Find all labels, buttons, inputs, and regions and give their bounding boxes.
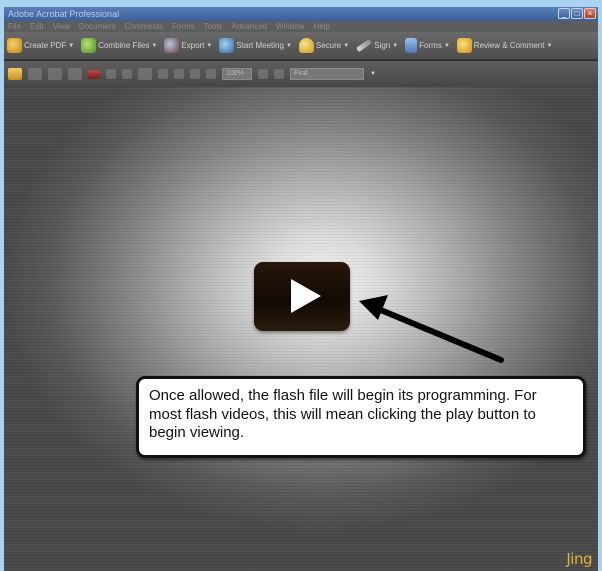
previous-page-icon[interactable] xyxy=(106,69,116,79)
acrobat-window: Adobe Acrobat Professional _ □ × File Ed… xyxy=(4,7,598,571)
window-title: Adobe Acrobat Professional xyxy=(8,9,120,19)
open-folder-icon[interactable] xyxy=(8,68,22,80)
export-button[interactable]: Export ▼ xyxy=(164,38,212,53)
menu-help[interactable]: Help xyxy=(313,21,329,32)
chevron-down-icon: ▼ xyxy=(68,42,75,49)
menu-file[interactable]: File xyxy=(8,21,21,32)
email-icon[interactable] xyxy=(68,68,82,80)
export-icon xyxy=(164,38,180,53)
hand-icon[interactable] xyxy=(174,69,184,79)
chevron-down-icon: ▼ xyxy=(206,42,213,49)
select-icon[interactable] xyxy=(158,69,168,79)
review-comment-button[interactable]: Review & Comment ▼ xyxy=(456,38,553,53)
forms-label: Forms xyxy=(419,41,442,50)
pen-icon xyxy=(356,38,373,53)
close-icon[interactable]: × xyxy=(584,8,596,19)
instruction-callout: Once allowed, the flash file will begin … xyxy=(136,376,586,458)
menu-tools[interactable]: Tools xyxy=(204,21,223,32)
sign-label: Sign xyxy=(374,41,391,50)
window-controls: _ □ × xyxy=(558,8,596,19)
secure-button[interactable]: Secure ▼ xyxy=(298,38,350,53)
lock-icon xyxy=(298,38,314,53)
create-pdf-icon xyxy=(7,38,22,53)
start-meeting-label: Start Meeting xyxy=(236,41,284,50)
chevron-down-icon: ▼ xyxy=(151,42,158,49)
create-pdf-label: Create PDF xyxy=(24,41,67,50)
minimize-icon[interactable]: _ xyxy=(558,8,570,19)
menu-edit[interactable]: Edit xyxy=(30,21,44,32)
save-icon[interactable] xyxy=(48,68,62,80)
menu-forms[interactable]: Forms xyxy=(172,21,195,32)
task-toolbar: Create PDF ▼ Combine Files ▼ Export ▼ St… xyxy=(4,32,598,60)
menu-comments[interactable]: Comments xyxy=(124,21,163,32)
menu-view[interactable]: View xyxy=(53,21,70,32)
sign-button[interactable]: Sign ▼ xyxy=(356,38,399,53)
menu-document[interactable]: Document xyxy=(79,21,115,32)
fit-width-icon[interactable] xyxy=(274,69,284,79)
zoom-field[interactable]: 100% xyxy=(222,68,252,80)
chevron-down-icon: ▼ xyxy=(546,42,553,49)
page-number-field[interactable] xyxy=(138,68,152,80)
menu-bar: File Edit View Document Comments Forms T… xyxy=(4,21,598,32)
fit-page-icon[interactable] xyxy=(258,69,268,79)
zoom-out-icon[interactable] xyxy=(190,69,200,79)
menu-window[interactable]: Window xyxy=(276,21,304,32)
chevron-down-icon: ▼ xyxy=(392,42,399,49)
document-area: Once allowed, the flash file will begin … xyxy=(4,87,598,571)
chevron-down-icon: ▼ xyxy=(443,42,450,49)
export-label: Export xyxy=(181,41,205,50)
combine-files-icon xyxy=(81,38,97,53)
pointer-arrow-icon xyxy=(359,295,504,363)
create-pdf-button[interactable]: Create PDF ▼ xyxy=(7,38,74,53)
print-icon[interactable] xyxy=(28,68,42,80)
zoom-in-icon[interactable] xyxy=(206,69,216,79)
combine-files-button[interactable]: Combine Files ▼ xyxy=(81,38,157,53)
start-meeting-icon xyxy=(219,38,235,53)
find-input[interactable]: Find xyxy=(290,68,364,80)
next-page-icon[interactable] xyxy=(122,69,132,79)
menu-advanced[interactable]: Advanced xyxy=(231,21,267,32)
forms-button[interactable]: Forms ▼ xyxy=(405,38,450,53)
forms-icon xyxy=(405,38,418,53)
callout-text: Once allowed, the flash file will begin … xyxy=(149,387,537,441)
review-icon xyxy=(456,38,472,53)
combine-files-label: Combine Files xyxy=(98,41,150,50)
maximize-icon[interactable]: □ xyxy=(571,8,583,19)
chevron-down-icon: ▼ xyxy=(285,42,292,49)
file-toolbar: 100% Find ▼ xyxy=(4,61,598,87)
chevron-down-icon[interactable]: ▼ xyxy=(370,71,376,77)
secure-label: Secure xyxy=(315,41,342,50)
delete-icon[interactable] xyxy=(88,69,100,79)
title-bar: Adobe Acrobat Professional _ □ × xyxy=(4,7,598,21)
review-comment-label: Review & Comment xyxy=(473,41,545,50)
start-meeting-button[interactable]: Start Meeting ▼ xyxy=(219,38,292,53)
jing-watermark: Jing xyxy=(566,550,592,568)
chevron-down-icon: ▼ xyxy=(343,42,350,49)
